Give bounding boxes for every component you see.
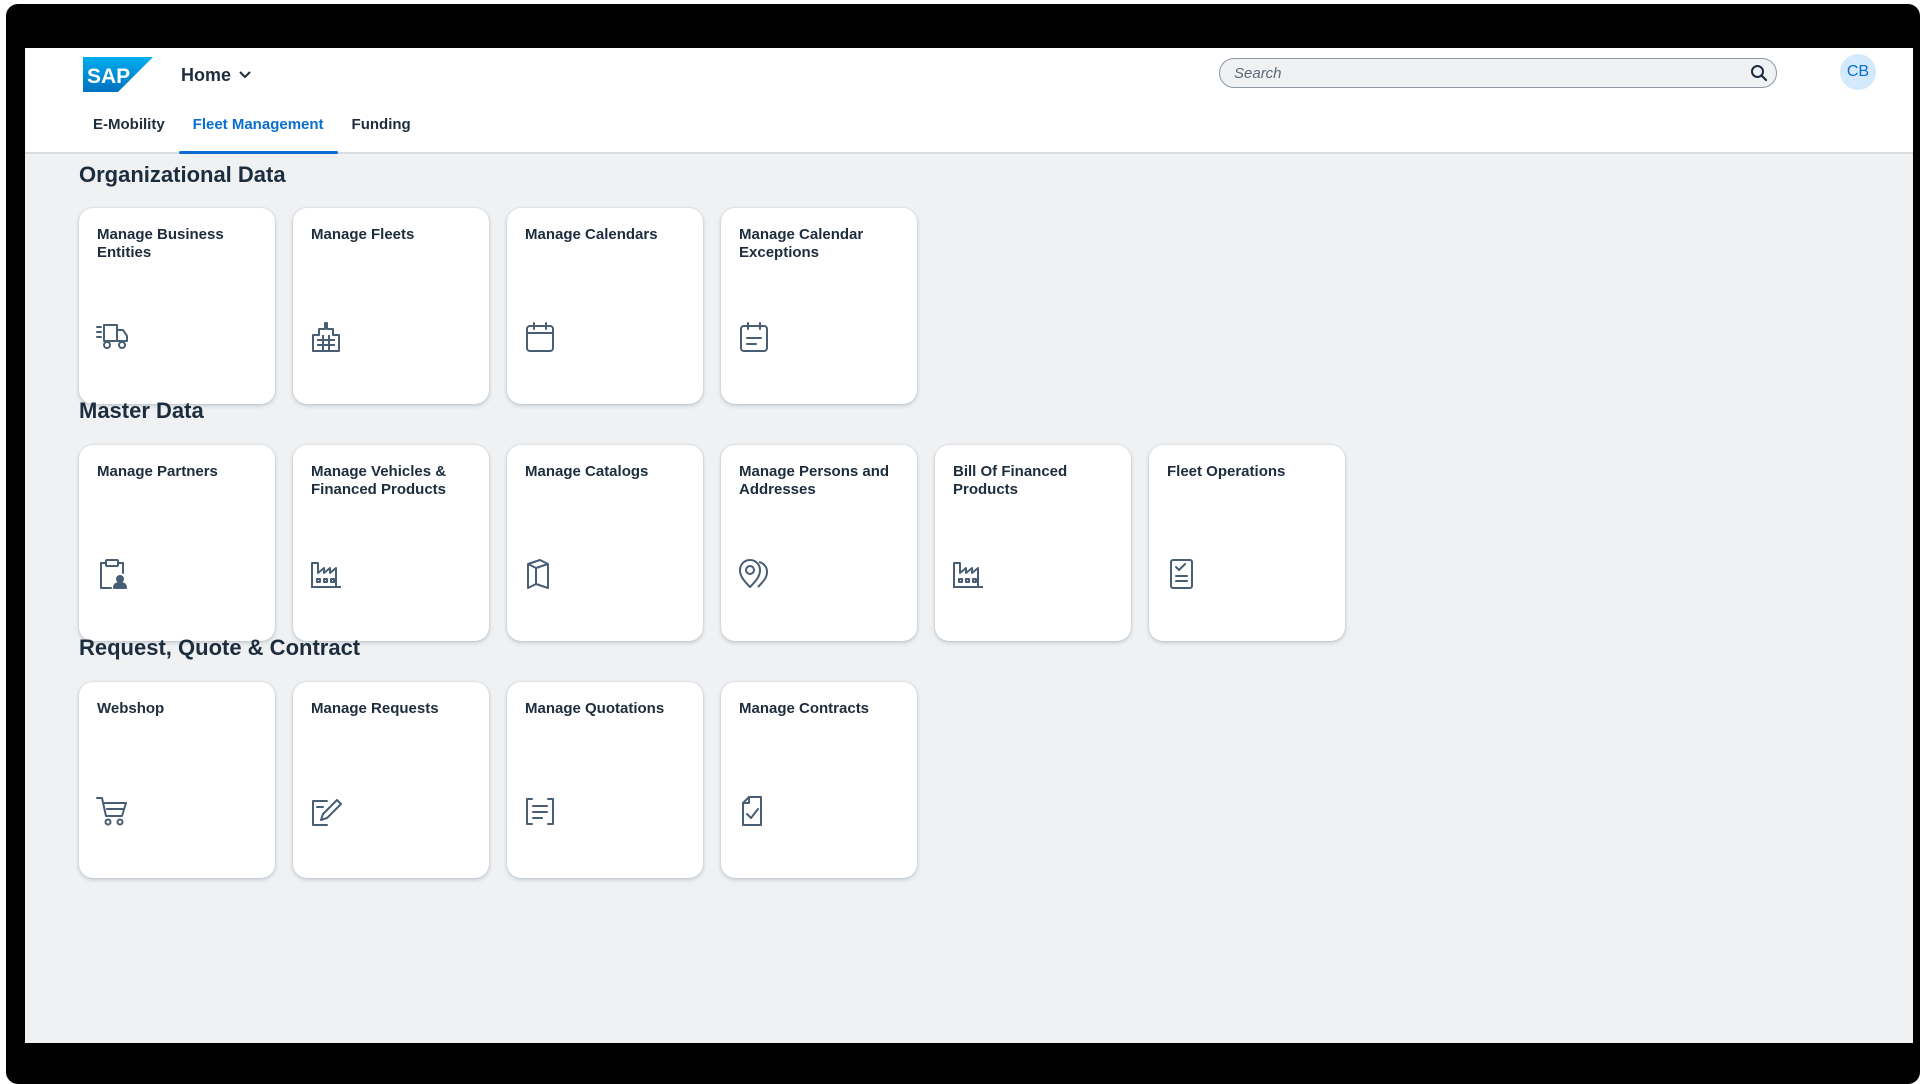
tile-row-master-data: Manage Partners Manage Vehicles & Financ… (79, 445, 1345, 641)
home-menu-button[interactable]: Home (181, 63, 251, 87)
tile-row-request-quote-contract: Webshop Manage Requests Manage Quotation… (79, 682, 917, 878)
sap-logo-text: SAP (87, 65, 130, 88)
section-title-organizational-data: Organizational Data (79, 162, 286, 187)
tile-title: Manage Quotations (525, 700, 665, 717)
tile-manage-calendar-exceptions[interactable]: Manage Calendar Exceptions (721, 208, 917, 404)
tile-title: Bill Of Financed Products (953, 463, 1068, 498)
tile-manage-persons-addresses[interactable]: Manage Persons and Addresses (721, 445, 917, 641)
tile-title: Manage Fleets (311, 226, 415, 243)
space-tabs: E-Mobility Fleet Management Funding (79, 108, 425, 154)
tile-title: Fleet Operations (1167, 463, 1286, 480)
tile-title: Manage Catalogs (525, 463, 649, 480)
tile-manage-quotations[interactable]: Manage Quotations (507, 682, 703, 878)
cart-icon (95, 794, 129, 828)
tile-bill-of-financed-products[interactable]: Bill Of Financed Products (935, 445, 1131, 641)
sap-logo[interactable]: SAP (83, 57, 153, 92)
appointment-icon (737, 320, 771, 354)
tile-manage-requests[interactable]: Manage Requests (293, 682, 489, 878)
tile-title: Manage Persons and Addresses (739, 463, 890, 498)
tile-title: Manage Vehicles & Financed Products (311, 463, 447, 498)
tile-title: Manage Calendars (525, 226, 658, 243)
signed-document-icon (737, 794, 771, 828)
map-pin-person-icon (737, 557, 771, 591)
calendar-icon (523, 320, 557, 354)
section-title-request-quote-contract: Request, Quote & Contract (79, 635, 361, 660)
edit-document-icon (309, 794, 343, 828)
tile-fleet-operations[interactable]: Fleet Operations (1149, 445, 1345, 641)
tile-manage-business-entities[interactable]: Manage Business Entities (79, 208, 275, 404)
quotation-icon (523, 794, 557, 828)
factory-icon (951, 557, 985, 591)
shell-bar: SAP Home CB (25, 48, 1913, 154)
factory-icon (309, 557, 343, 591)
tab-funding[interactable]: Funding (338, 108, 425, 152)
search-field[interactable] (1219, 58, 1777, 88)
checklist-icon (1165, 557, 1199, 591)
tile-title: Manage Partners (97, 463, 218, 480)
tile-manage-contracts[interactable]: Manage Contracts (721, 682, 917, 878)
tile-manage-calendars[interactable]: Manage Calendars (507, 208, 703, 404)
launchpad-screen: SAP Home CB (25, 48, 1913, 1043)
catalog-icon (523, 557, 557, 591)
tile-row-organizational-data: Manage Business Entities Manage Fleets M… (79, 208, 917, 404)
tab-fleet-management[interactable]: Fleet Management (178, 108, 338, 154)
tile-title: Webshop (97, 700, 165, 717)
tile-title: Manage Calendar Exceptions (739, 226, 864, 261)
tile-manage-catalogs[interactable]: Manage Catalogs (507, 445, 703, 641)
building-icon (309, 320, 343, 354)
clipboard-person-icon (95, 557, 129, 591)
tile-manage-partners[interactable]: Manage Partners (79, 445, 275, 641)
user-avatar[interactable]: CB (1840, 54, 1876, 90)
tile-webshop[interactable]: Webshop (79, 682, 275, 878)
tile-title: Manage Business Entities (97, 226, 224, 261)
tile-manage-vehicles-financed-products[interactable]: Manage Vehicles & Financed Products (293, 445, 489, 641)
section-title-master-data: Master Data (79, 398, 204, 423)
tile-title: Manage Requests (311, 700, 439, 717)
shipping-status-icon (95, 320, 129, 354)
search-icon[interactable] (1742, 59, 1776, 87)
tab-e-mobility[interactable]: E-Mobility (79, 108, 179, 152)
chevron-down-icon (239, 71, 251, 79)
avatar-initials: CB (1846, 63, 1870, 80)
home-label: Home (181, 64, 232, 85)
tile-title: Manage Contracts (739, 700, 870, 717)
monitor-bezel: SAP Home CB (6, 4, 1920, 1084)
tile-manage-fleets[interactable]: Manage Fleets (293, 208, 489, 404)
search-input[interactable] (1232, 63, 1742, 83)
